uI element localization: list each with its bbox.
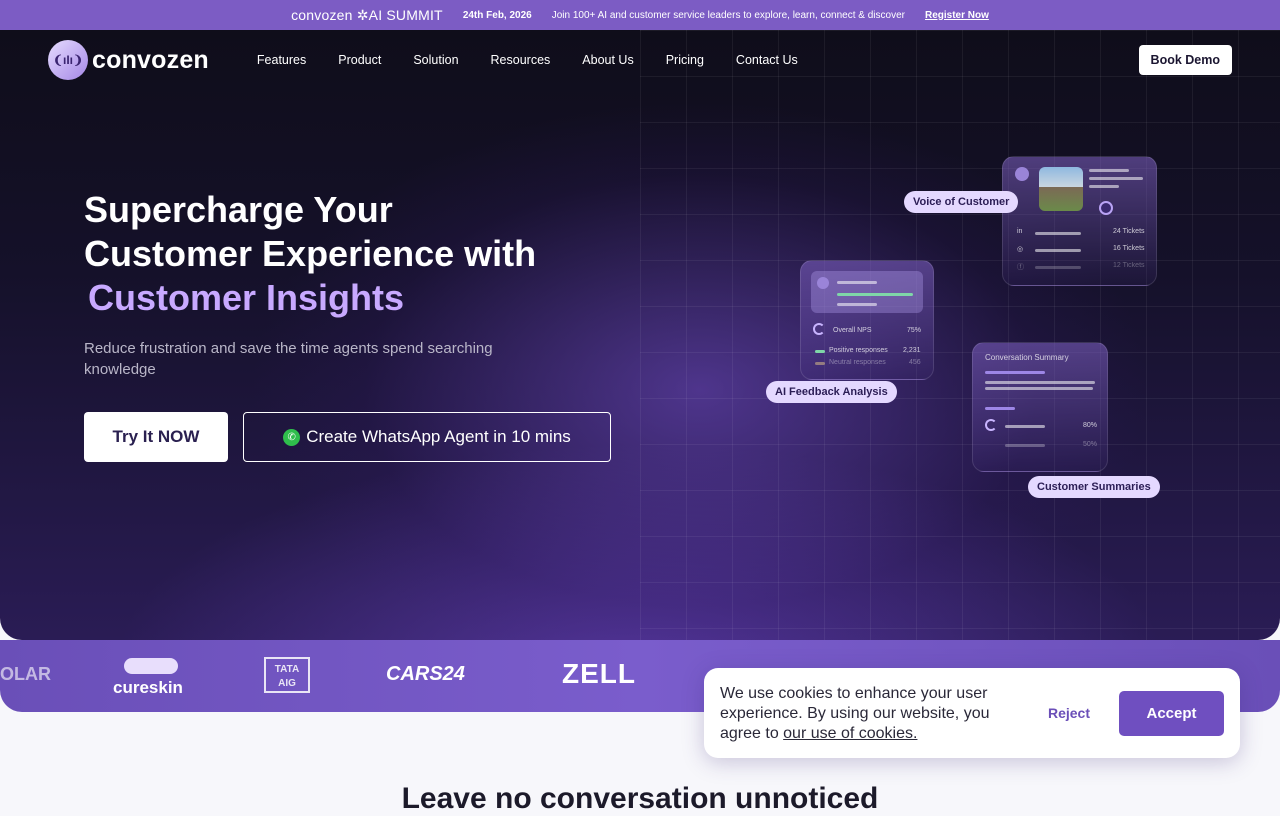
nav-item-resources[interactable]: Resources [491,53,551,67]
voc-line [1089,185,1119,188]
client-logo-tata-aig: TATA AIG [264,657,310,693]
cookie-policy-link[interactable]: our use of cookies. [783,725,917,742]
nps-value: 75% [907,327,922,334]
voc-row-1: 24 Tickets [1113,228,1145,235]
summit-date: 24th Feb, 2026 [462,9,532,21]
nps-ring-icon [813,323,825,335]
client-logo-cars24: CARS24 [386,663,465,685]
whatsapp-agent-label: Create WhatsApp Agent in 10 mins [306,427,571,446]
summary-line [985,387,1093,390]
client-logo-cureskin: cureskin [113,678,183,697]
feedback-line [837,293,913,296]
book-demo-button[interactable]: Book Demo [1138,45,1232,75]
bot-icon [1099,201,1113,215]
feedback-header [811,271,923,313]
nav-menu: Features Product Solution Resources Abou… [257,53,798,67]
instagram-icon: ◎ [1017,246,1024,253]
neutral-bar [815,362,825,365]
voc-line [1035,249,1081,252]
cookie-text: We use cookies to enhance your user expe… [720,684,1020,744]
nav-item-product[interactable]: Product [338,53,381,67]
facebook-icon: ⓕ [1017,264,1024,271]
hero-subtitle: Reduce frustration and save the time age… [84,340,493,378]
convozen-logo-icon: ❨ıIı❩ [48,40,88,80]
summary-value-2: 50% [1083,441,1098,448]
whatsapp-agent-button[interactable]: ✆ Create WhatsApp Agent in 10 mins [243,412,611,462]
neutral-label: Neutral responses [829,359,886,366]
voc-row-2: 16 Tickets [1113,245,1145,252]
positive-label: Positive responses [829,347,888,354]
client-logo-olar: OLAR [0,664,51,684]
voc-line [1089,169,1129,172]
section-title: Leave no conversation unnoticed [401,782,879,815]
main-nav: ❨ıIı❩ convozen Features Product Solution… [48,40,1232,80]
whatsapp-icon: ✆ [283,428,301,446]
summary-line [985,407,1015,410]
conversation-summary-card: Conversation Summary 80% 50% [972,342,1108,472]
hero-headline: Supercharge Your Customer Experience wit… [84,188,644,320]
positive-value: 2,231 [903,347,921,354]
customer-summaries-label: Customer Summaries [1028,476,1160,498]
voc-line [1089,177,1143,180]
accept-cookies-button[interactable]: Accept [1119,691,1224,736]
summary-line [985,381,1095,384]
feedback-line [837,281,877,284]
client-logo-zell: ZELL [562,658,636,689]
summary-value-1: 80% [1083,422,1098,429]
summary-ring-icon [985,419,997,431]
logo-text: convozen [92,45,209,74]
avatar-icon [817,277,829,289]
summary-title: Conversation Summary [985,353,1069,362]
reject-cookies-button[interactable]: Reject [1040,691,1098,735]
nav-item-pricing[interactable]: Pricing [666,53,704,67]
voc-row-3: 12 Tickets [1113,262,1145,269]
summit-description: Join 100+ AI and customer service leader… [551,9,905,21]
headline-line-1: Supercharge Your [84,189,393,230]
neutral-value: 456 [909,359,921,366]
nps-label: Overall NPS [833,327,872,334]
voc-line [1035,266,1081,269]
register-now-link[interactable]: Register Now [925,10,989,21]
announcement-banner: convozen ✲AI SUMMIT 24th Feb, 2026 Join … [0,0,1280,30]
feedback-line [837,303,877,306]
ai-feedback-analysis-label: AI Feedback Analysis [766,381,897,403]
nav-item-features[interactable]: Features [257,53,306,67]
summary-line [1005,444,1045,447]
summary-line [1005,425,1045,428]
summary-line [985,371,1045,374]
try-it-now-button[interactable]: Try It NOW [84,412,228,462]
cookie-banner: We use cookies to enhance your user expe… [704,668,1240,758]
headline-accent: Customer Insights [88,277,405,318]
house-image [1039,167,1083,211]
positive-bar [815,350,825,353]
nav-item-about-us[interactable]: About Us [582,53,633,67]
voc-line [1035,232,1081,235]
avatar-icon [1015,167,1029,181]
cureskin-mark-icon [124,658,178,674]
hero-grid-background [640,30,1280,640]
headline-line-2: Customer Experience with [84,233,537,274]
voice-of-customer-card: in 24 Tickets ◎ 16 Tickets ⓕ 12 Tickets [1002,156,1157,286]
voice-of-customer-label: Voice of Customer [904,191,1019,213]
ai-feedback-card: Overall NPS 75% Positive responses 2,231… [800,260,934,380]
logo[interactable]: ❨ıIı❩ convozen [48,40,209,80]
nav-item-solution[interactable]: Solution [413,53,458,67]
nav-item-contact-us[interactable]: Contact Us [736,53,798,67]
linkedin-icon: in [1017,228,1023,235]
summit-brand: convozen ✲AI SUMMIT [291,6,443,23]
hero-section: ❨ıIı❩ convozen Features Product Solution… [0,30,1280,640]
